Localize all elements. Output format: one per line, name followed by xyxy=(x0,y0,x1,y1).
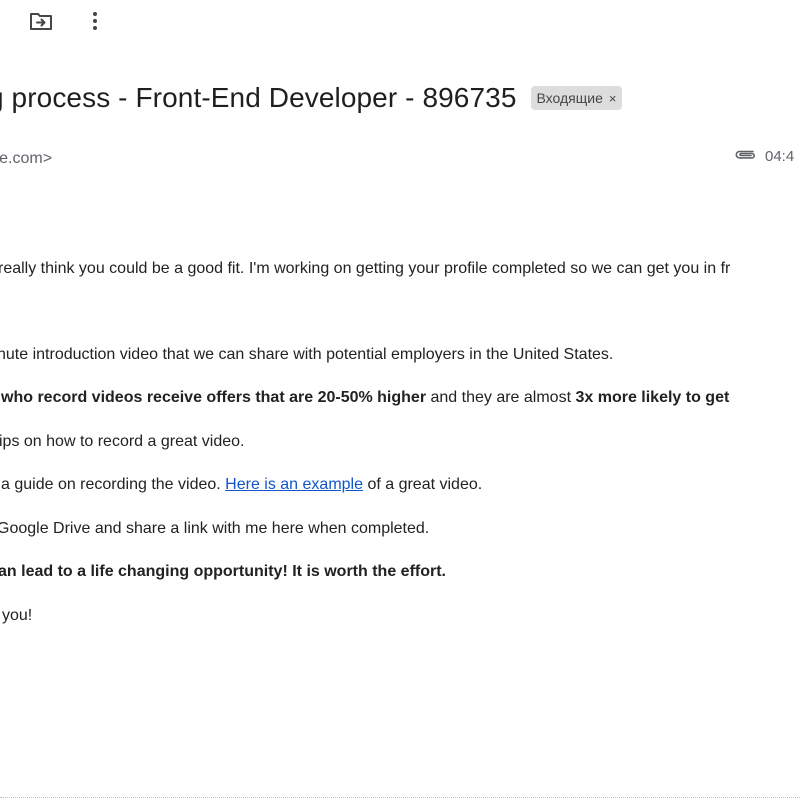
body-text: and they are almost xyxy=(426,389,576,406)
bold-text-opportunity: an lead to a life changing opportunity! … xyxy=(0,563,446,580)
paperclip-icon xyxy=(733,147,757,166)
body-line-2: nute introduction video that we can shar… xyxy=(0,346,614,363)
more-vertical-icon xyxy=(92,11,98,36)
more-options-button[interactable] xyxy=(78,6,112,40)
body-line-4: ips on how to record a great video. xyxy=(0,433,245,450)
move-to-button[interactable] xyxy=(24,6,58,40)
message-time: 04:4 xyxy=(765,148,795,165)
example-video-link[interactable]: Here is an example xyxy=(225,476,363,493)
bold-text-likely: 3x more likely to get xyxy=(575,389,730,406)
subject-row: g process - Front-End Developer - 896735… xyxy=(0,82,623,114)
body-line-7: an lead to a life changing opportunity! … xyxy=(0,563,446,581)
body-line-6: Google Drive and share a link with me he… xyxy=(0,520,430,537)
body-line-3: who record videos receive offers that ar… xyxy=(1,389,729,407)
body-line-8: you! xyxy=(2,607,33,624)
body-text: of a great video. xyxy=(363,476,483,493)
inbox-label-chip[interactable]: Входящие × xyxy=(530,86,623,110)
bottom-divider xyxy=(0,797,800,799)
label-text: Входящие xyxy=(536,90,603,106)
body-line-1: really think you could be a good fit. I'… xyxy=(0,260,731,277)
remove-label-icon[interactable]: × xyxy=(609,91,617,106)
body-text: a guide on recording the video. xyxy=(1,476,226,493)
sender-email: here.com> xyxy=(0,150,53,167)
message-meta: 04:4 xyxy=(733,147,794,166)
email-subject: g process - Front-End Developer - 896735 xyxy=(0,82,517,113)
body-line-5: a guide on recording the video. Here is … xyxy=(1,476,482,494)
bold-text-offers: who record videos receive offers that ar… xyxy=(1,389,427,406)
move-to-folder-icon xyxy=(29,11,53,36)
